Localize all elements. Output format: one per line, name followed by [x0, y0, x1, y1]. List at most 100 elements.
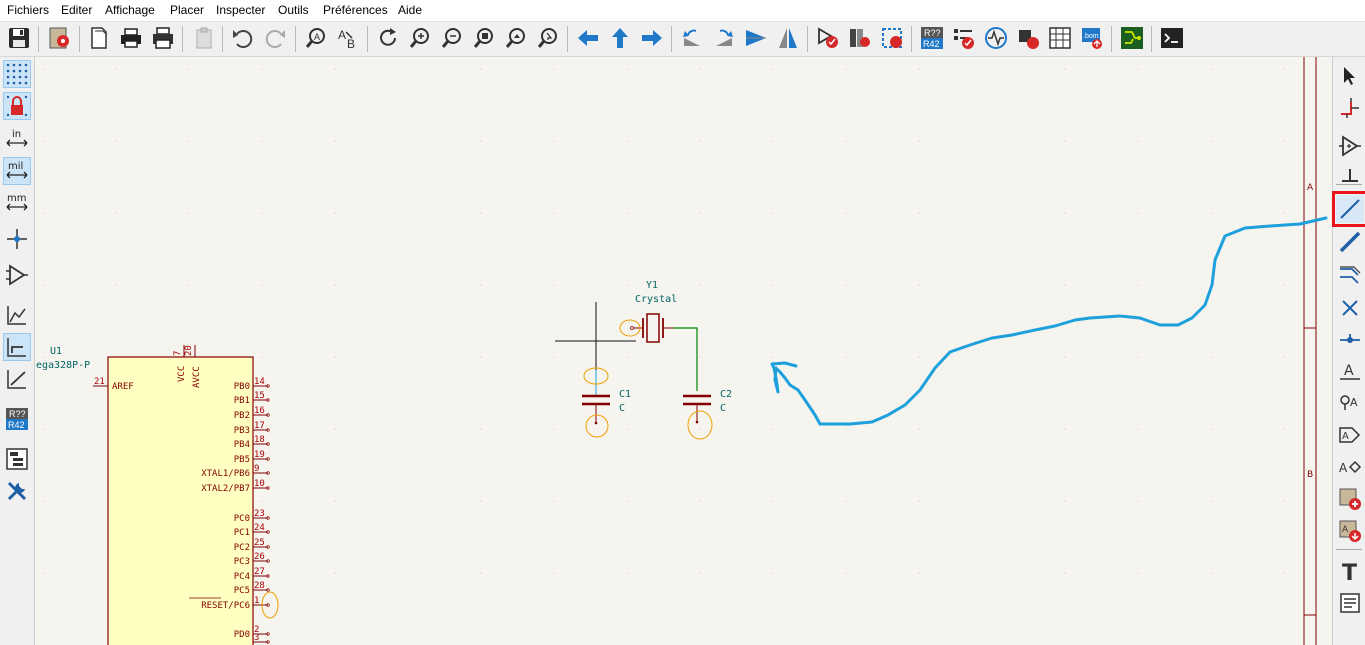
zoom-selection-icon[interactable] [534, 24, 562, 52]
toolbar-separator [367, 26, 368, 52]
annotate-icon[interactable]: R?? R42 [918, 24, 946, 52]
global-label-icon[interactable]: A [1336, 421, 1364, 449]
no-connect-icon[interactable] [1336, 294, 1364, 322]
grid-dot [42, 428, 44, 430]
generate-bom-icon[interactable]: .bom [1078, 24, 1106, 52]
draw-wire-icon[interactable] [1332, 191, 1365, 227]
simulator-icon[interactable] [982, 24, 1010, 52]
rotate-cw-icon[interactable] [710, 24, 738, 52]
units-mm-button[interactable]: mm [3, 189, 31, 217]
save-icon[interactable] [5, 24, 33, 52]
scripting-console-icon[interactable] [1158, 24, 1186, 52]
hierarchy-navigator-icon[interactable] [3, 445, 31, 473]
grid-dot [553, 284, 555, 286]
schematic-canvas[interactable]: A B U1 ega328P-P 7 20 VCC AVCC 21 AREF 1… [35, 57, 1331, 645]
grid-dot [407, 68, 409, 70]
navigate-up-icon[interactable] [606, 24, 634, 52]
add-netclass-icon[interactable]: A [1336, 388, 1364, 416]
menu-aide[interactable]: Aide [398, 3, 422, 17]
erc-icon[interactable] [950, 24, 978, 52]
grid-dot [845, 68, 847, 70]
find-icon[interactable]: A [302, 24, 330, 52]
schematic-setup-icon[interactable] [46, 24, 74, 52]
u1-pin-number: 27 [254, 567, 265, 577]
add-text-icon[interactable]: T [1336, 557, 1364, 585]
menu-fichiers[interactable]: Fichiers [7, 3, 49, 17]
junction-icon[interactable] [1336, 326, 1364, 354]
menu-preferences[interactable]: Préférences [323, 3, 388, 17]
grid-dot [845, 356, 847, 358]
menu-editer[interactable]: Editer [61, 3, 92, 17]
wire-free-angle-icon[interactable] [3, 365, 31, 393]
menu-outils[interactable]: Outils [278, 3, 309, 17]
zoom-fit-icon[interactable] [470, 24, 498, 52]
print-icon[interactable] [117, 24, 145, 52]
highlight-net-icon[interactable] [1336, 94, 1364, 122]
mirror-horizontal-icon[interactable] [742, 24, 770, 52]
hierarchical-sheet-icon[interactable] [1336, 485, 1364, 513]
select-arrow-icon[interactable] [1336, 62, 1364, 90]
annotate-left-icon[interactable]: R?? R42 [3, 405, 31, 433]
menu-inspecter[interactable]: Inspecter [216, 3, 265, 17]
grid-dot [918, 68, 920, 70]
pcb-editor-icon[interactable] [1118, 24, 1146, 52]
draw-bus-icon[interactable] [1336, 228, 1364, 256]
grid-dot [1210, 572, 1212, 574]
bus-entry-icon[interactable] [1336, 261, 1364, 289]
grid-dot [261, 212, 263, 214]
navigate-forward-icon[interactable] [638, 24, 666, 52]
navigate-back-icon[interactable] [574, 24, 602, 52]
grid-dot [918, 284, 920, 286]
mirror-vertical-icon[interactable] [774, 24, 802, 52]
add-symbol-icon[interactable] [1336, 132, 1364, 160]
wire-45-icon[interactable] [3, 301, 31, 329]
menu-affichage[interactable]: Affichage [105, 3, 155, 17]
add-label-icon[interactable]: A [1336, 357, 1364, 385]
paste-icon[interactable] [190, 24, 218, 52]
u1-pin-name: PC3 [234, 557, 250, 567]
zoom-out-icon[interactable] [438, 24, 466, 52]
grid-dot [1283, 428, 1285, 430]
zoom-objects-icon[interactable] [502, 24, 530, 52]
toolbar-separator [79, 26, 80, 52]
undo-icon[interactable] [228, 24, 256, 52]
grid-dot [407, 356, 409, 358]
bom-icon[interactable] [1046, 24, 1074, 52]
hierarchical-label-icon[interactable]: A [1336, 453, 1364, 481]
units-mils-button[interactable]: mil [3, 157, 31, 185]
footprint-assign-icon[interactable] [878, 24, 906, 52]
redo-icon[interactable] [262, 24, 290, 52]
import-sheet-pin-icon[interactable]: A [1336, 517, 1364, 545]
rotate-ccw-icon[interactable] [678, 24, 706, 52]
grid-lock-icon[interactable] [3, 92, 31, 120]
cursor-crosshair [555, 302, 636, 370]
hidden-pins-icon[interactable] [3, 261, 31, 289]
find-replace-icon[interactable]: AB [334, 24, 362, 52]
grid-toggle-icon[interactable] [3, 60, 31, 88]
properties-tools-icon[interactable] [3, 477, 31, 505]
cursor-crosshair-icon[interactable] [3, 225, 31, 253]
grid-dot [115, 140, 117, 142]
menu-placer[interactable]: Placer [170, 3, 204, 17]
grid-dot [1137, 68, 1139, 70]
plot-icon[interactable] [149, 24, 177, 52]
grid-dot [845, 284, 847, 286]
symbol-browser-icon[interactable] [846, 24, 874, 52]
svg-text:A: A [1350, 396, 1358, 409]
wire-90-icon[interactable] [3, 333, 31, 361]
units-inches-button[interactable]: in [3, 125, 31, 153]
svg-text:R42: R42 [8, 420, 25, 430]
symbol-editor-icon[interactable] [814, 24, 842, 52]
grid-dot [1064, 572, 1066, 574]
grid-dot [261, 140, 263, 142]
grid-dot [334, 428, 336, 430]
new-sheet-icon[interactable] [85, 24, 113, 52]
svg-text:in: in [12, 129, 21, 140]
add-textbox-icon[interactable] [1336, 589, 1364, 617]
add-power-icon[interactable] [1336, 165, 1364, 193]
grid-dot [991, 140, 993, 142]
grid-dot [1064, 428, 1066, 430]
assign-footprints-icon[interactable] [1014, 24, 1042, 52]
refresh-icon[interactable] [374, 24, 402, 52]
zoom-in-icon[interactable] [406, 24, 434, 52]
